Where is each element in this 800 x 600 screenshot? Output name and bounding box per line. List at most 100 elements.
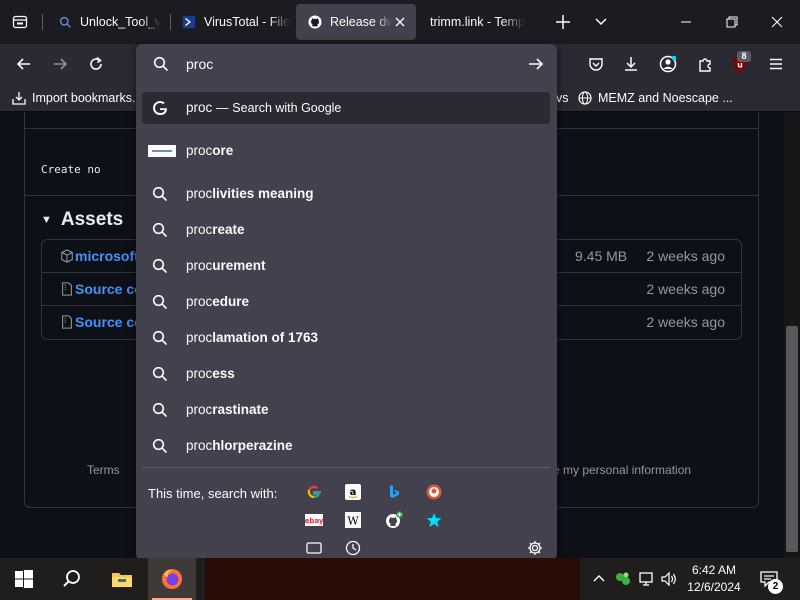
pocket-icon <box>589 58 603 71</box>
suggestion-text: proclivities meaning <box>186 186 314 201</box>
svg-text:ebay: ebay <box>305 517 323 525</box>
clock-date: 12/6/2024 <box>687 580 741 594</box>
url-input[interactable]: proc <box>136 44 557 84</box>
extensions-button[interactable] <box>691 50 719 78</box>
assets-toggle[interactable]: ▼ Assets <box>41 209 123 231</box>
search-icon <box>152 222 168 238</box>
page-scrollbar[interactable] <box>784 112 800 558</box>
search-icon <box>58 15 72 29</box>
search-suggestion[interactable]: prochlorperazine <box>142 430 550 462</box>
tray-app-button[interactable] <box>614 570 632 588</box>
tab-title: VirusTotal - File <box>204 15 290 29</box>
restore-button[interactable] <box>709 0 755 44</box>
chevron-up-icon <box>593 575 605 582</box>
suggestion-typed: proc <box>186 330 213 345</box>
firefox-taskbar-button[interactable] <box>148 558 196 600</box>
hamburger-menu-icon <box>770 58 782 70</box>
minimize-button[interactable] <box>663 0 709 44</box>
url-input-text: proc <box>186 56 214 72</box>
search-suggestion[interactable]: procrastinate <box>142 394 550 426</box>
suggestion-completion: lamation of 1763 <box>212 330 319 345</box>
footer-privacy-link[interactable]: e my personal information <box>553 463 691 477</box>
pocket-button[interactable] <box>582 50 610 78</box>
asset-link[interactable]: Source co <box>75 281 143 297</box>
plus-icon <box>556 15 570 29</box>
suggestion-completion: ore <box>212 143 234 158</box>
history-search-button[interactable] <box>344 539 362 557</box>
tab-strip: Unlock_Tool_v VirusTotal - File Release … <box>0 0 800 44</box>
caret-down-icon: ▼ <box>41 214 52 226</box>
suggestion-search-google[interactable]: proc — Search with Google <box>142 92 550 124</box>
search-button[interactable] <box>48 558 96 600</box>
tab-release-active[interactable]: Release dwd <box>296 4 416 40</box>
bookmark-memz[interactable]: MEMZ and Noescape ... <box>578 89 733 107</box>
show-hidden-icons-button[interactable] <box>590 570 608 588</box>
start-button[interactable] <box>0 558 48 600</box>
search-suggestion[interactable]: procreate <box>142 214 550 246</box>
duckduckgo-engine-button[interactable] <box>425 483 443 501</box>
suggestion-text: proc — Search with Google <box>186 100 341 115</box>
wikipedia-engine-button[interactable]: W <box>344 511 362 529</box>
volume-button[interactable] <box>660 570 678 588</box>
search-settings-button[interactable] <box>526 539 544 557</box>
site-favicon-icon <box>148 145 176 157</box>
tab-trimm-link[interactable]: trimm.link - Temp <box>418 4 538 40</box>
network-icon <box>639 572 653 586</box>
account-button[interactable] <box>654 50 682 78</box>
suggestion-site-procore[interactable]: procore <box>142 135 550 167</box>
close-tab-button[interactable] <box>392 14 408 30</box>
search-suggestion[interactable]: proclivities meaning <box>142 178 550 210</box>
tab-unlock-tool[interactable]: Unlock_Tool_v <box>46 4 168 40</box>
suggestion-completion: rastinate <box>212 402 269 417</box>
firefox-view-button[interactable] <box>6 8 34 36</box>
duckduckgo-icon <box>426 484 442 500</box>
suggestion-text: procore <box>186 143 233 158</box>
back-button[interactable] <box>10 50 38 78</box>
search-suggestion[interactable]: procedure <box>142 286 550 318</box>
suggestion-typed: proc <box>186 222 213 237</box>
notification-count-badge: 2 <box>768 579 783 594</box>
search-suggestion[interactable]: procurement <box>142 250 550 282</box>
tabs-icon <box>306 542 322 554</box>
search-icon <box>152 186 168 202</box>
search-icon <box>153 56 169 72</box>
google-engine-button[interactable] <box>305 483 323 501</box>
footer-terms-link[interactable]: Terms <box>87 463 120 477</box>
firefox-icon <box>162 569 182 589</box>
list-all-tabs-button[interactable] <box>591 12 611 32</box>
network-button[interactable] <box>638 570 656 588</box>
close-window-button[interactable] <box>754 0 800 44</box>
app-menu-button[interactable] <box>762 50 790 78</box>
search-icon <box>152 438 168 454</box>
bing-engine-button[interactable] <box>385 483 403 501</box>
file-explorer-button[interactable] <box>98 558 146 600</box>
search-suggestion[interactable]: process <box>142 358 550 390</box>
bookmarks-engine-button[interactable] <box>425 511 443 529</box>
arrow-right-icon <box>54 58 68 70</box>
bookmark-partial[interactable]: vs <box>556 89 569 107</box>
bookmark-label: Import bookmarks... <box>32 91 143 105</box>
suggestion-text: procreate <box>186 222 245 237</box>
reload-button[interactable] <box>82 50 110 78</box>
release-notes-text: Create no <box>41 163 101 176</box>
asset-date: 2 weeks ago <box>646 248 725 264</box>
arrow-right-icon[interactable] <box>527 55 545 73</box>
new-tab-button[interactable] <box>551 10 575 34</box>
reload-icon <box>90 56 102 70</box>
import-bookmarks-item[interactable]: Import bookmarks... <box>12 89 142 107</box>
asset-link[interactable]: Source co <box>75 314 143 330</box>
amazon-engine-button[interactable]: a <box>344 483 362 501</box>
forward-button[interactable] <box>46 50 74 78</box>
file-zip-icon <box>62 282 72 296</box>
ebay-engine-button[interactable]: ebay <box>305 511 323 529</box>
downloads-button[interactable] <box>617 50 645 78</box>
asset-link[interactable]: microsoft <box>75 248 139 264</box>
tabs-search-button[interactable] <box>305 539 323 557</box>
clock[interactable]: 6:42 AM 12/6/2024 <box>684 562 744 596</box>
github-engine-button[interactable] <box>385 511 403 529</box>
tray-app-icon <box>616 572 630 585</box>
suggestion-completion: edure <box>212 294 250 309</box>
search-suggestion[interactable]: proclamation of 1763 <box>142 322 550 354</box>
scrollbar-thumb[interactable] <box>786 326 798 552</box>
tab-virustotal[interactable]: VirusTotal - File <box>170 4 292 40</box>
